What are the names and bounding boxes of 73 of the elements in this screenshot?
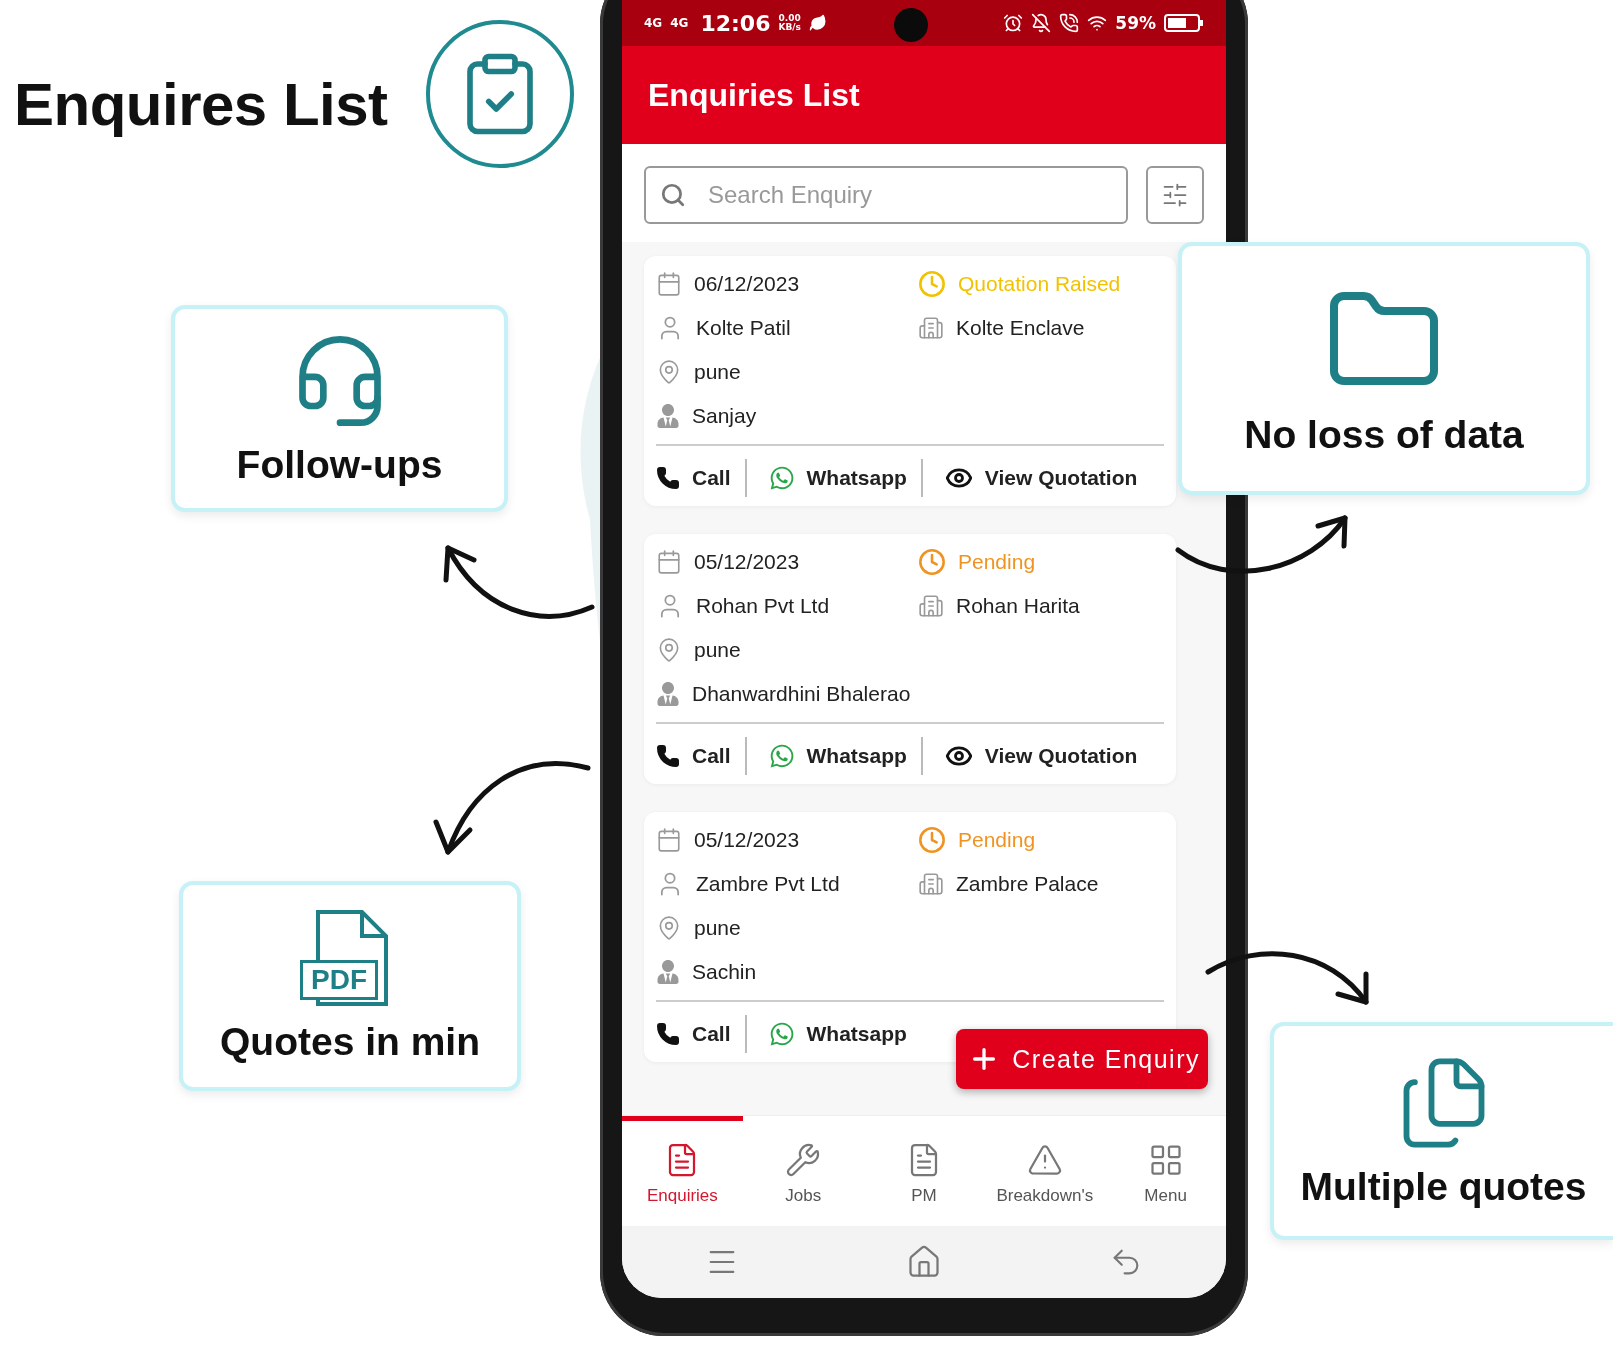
- create-enquiry-button[interactable]: Create Enquiry: [956, 1029, 1208, 1089]
- feature-label: No loss of data: [1244, 412, 1524, 457]
- phone-icon: [656, 1022, 680, 1046]
- enquiry-date: 05/12/2023: [694, 550, 800, 574]
- site-name: Kolte Enclave: [956, 316, 1085, 340]
- feature-label: Multiple quotes: [1300, 1165, 1587, 1209]
- contact-name: Sachin: [692, 960, 757, 984]
- clock: 12:06: [700, 10, 771, 36]
- nav-tab[interactable]: PM: [863, 1116, 985, 1226]
- site-name: Rohan Harita: [956, 594, 1080, 618]
- customer-name: Rohan Pvt Ltd: [696, 594, 830, 618]
- nav-tab[interactable]: Breakdown's: [984, 1116, 1106, 1226]
- contact-name: Dhanwardhini Bhalerao: [692, 682, 911, 706]
- nav-tab[interactable]: Menu: [1105, 1116, 1226, 1226]
- action-link[interactable]: Call: [656, 744, 745, 768]
- building-icon: [918, 871, 944, 897]
- enquiry-status: Quotation Raised: [958, 272, 1121, 296]
- customer-name: Kolte Patil: [696, 316, 791, 340]
- city-name: pune: [694, 916, 741, 940]
- contact-person-icon: [656, 682, 680, 706]
- calendar-icon: [656, 827, 682, 853]
- city-name: pune: [694, 360, 741, 384]
- building-icon: [918, 593, 944, 619]
- action-link[interactable]: View Quotation: [944, 742, 1152, 770]
- leaf-icon: [808, 14, 827, 32]
- calendar-icon: [656, 549, 682, 575]
- contact-person-icon: [656, 404, 680, 428]
- calendar-icon: [656, 271, 682, 297]
- action-link[interactable]: Whatsapp: [768, 1021, 921, 1047]
- network-label: 4G: [644, 17, 663, 29]
- enquiry-date: 06/12/2023: [694, 272, 800, 296]
- nav-tab[interactable]: Jobs: [742, 1116, 864, 1226]
- feature-label: Quotes in min: [220, 1020, 480, 1064]
- wifi-icon: [1087, 13, 1108, 33]
- search-icon: [660, 182, 686, 208]
- home-icon[interactable]: [906, 1244, 942, 1280]
- whatsapp-icon: [768, 465, 795, 491]
- action-link[interactable]: Whatsapp: [768, 743, 921, 769]
- clipboard-check-icon: [425, 20, 574, 168]
- site-name: Zambre Palace: [956, 872, 1099, 896]
- building-icon: [918, 315, 944, 341]
- action-link[interactable]: View Quotation: [944, 464, 1152, 492]
- filter-button[interactable]: [1146, 166, 1204, 224]
- wrench-icon: [785, 1141, 822, 1178]
- feature-label: Follow-ups: [236, 442, 443, 487]
- action-link[interactable]: Call: [656, 466, 745, 490]
- customer-name: Zambre Pvt Ltd: [696, 872, 840, 896]
- app-title: Enquiries List: [648, 76, 860, 114]
- contact-name: Sanjay: [692, 404, 757, 428]
- enquiry-date: 05/12/2023: [694, 828, 800, 852]
- call-icon: [1059, 13, 1080, 33]
- whatsapp-icon: [768, 743, 795, 769]
- enquiry-status: Pending: [958, 550, 1036, 574]
- action-link[interactable]: Call: [656, 1022, 745, 1046]
- whatsapp-icon: [768, 1021, 795, 1047]
- action-link[interactable]: Whatsapp: [768, 465, 921, 491]
- city-name: pune: [694, 638, 741, 662]
- enquiry-card[interactable]: 06/12/2023 Quotation Raised Kolte Patil Kolte Enclave pune Sanjay Call Whatsapp View Quotation: [644, 256, 1176, 506]
- sliders-icon: [1161, 181, 1189, 209]
- enquiry-card[interactable]: 05/12/2023 Pending Rohan Pvt Ltd Rohan Harita pune Dhanwardhini Bhalerao Call Whatsapp View Quotation: [644, 534, 1176, 784]
- camera-hole: [894, 8, 928, 42]
- enquiry-status: Pending: [958, 828, 1036, 852]
- phone-icon: [656, 466, 680, 490]
- network-label: 4G: [670, 17, 689, 29]
- battery-percent: 59%: [1115, 13, 1156, 33]
- data-speed: 0.00 KB/s: [778, 14, 801, 32]
- alarm-icon: [1003, 13, 1024, 33]
- contact-person-icon: [656, 960, 680, 984]
- battery-icon: [1164, 14, 1204, 32]
- phone-icon: [656, 744, 680, 768]
- page-title: Enquires List: [14, 69, 388, 139]
- bell-off-icon: [1031, 13, 1052, 33]
- search-field[interactable]: Search Enquiry: [644, 166, 1128, 224]
